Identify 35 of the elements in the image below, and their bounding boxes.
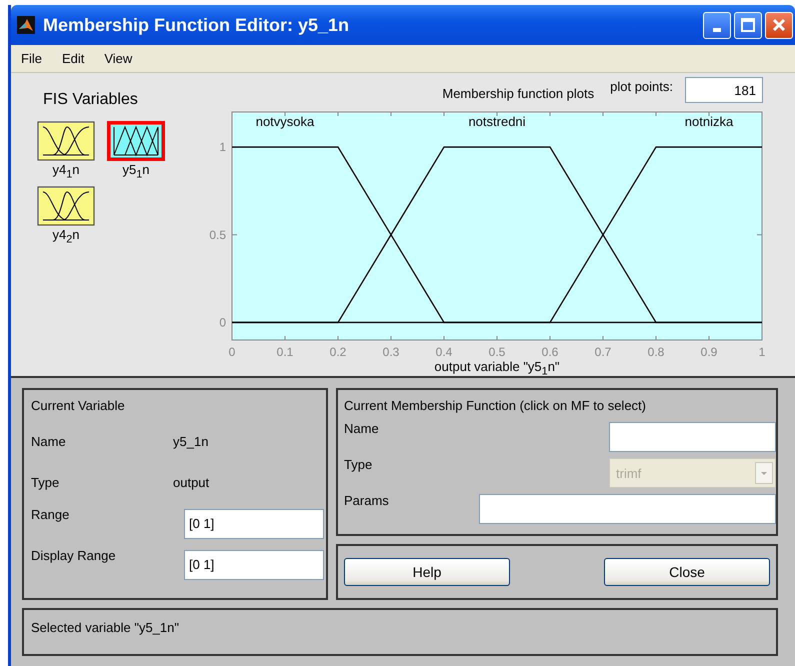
tick-label: 0.8 [648, 345, 664, 359]
tick-label: 0.6 [542, 345, 558, 359]
window-title: Membership Function Editor: y5_1n [43, 14, 350, 36]
tick-label: 0.2 [330, 345, 346, 359]
field-label: Name [344, 421, 379, 436]
panel-title: Current Variable [31, 398, 126, 413]
field-value: y5_1n [173, 434, 208, 449]
field-label: Display Range [31, 548, 117, 563]
tick-label: 0.5 [488, 345, 506, 359]
panel-title: Current Membership Function (click on MF to select) [344, 398, 647, 413]
tick-label: 1 [219, 140, 226, 154]
variable-label: y4$_{1}$n [52, 161, 80, 183]
tick-label: 0.4 [436, 345, 452, 359]
tick-label: 0 [219, 315, 226, 330]
field-value: output [173, 475, 210, 490]
field-label: Params [344, 493, 389, 508]
mf-label: notnizka [684, 114, 734, 130]
mf-label: notstredni [468, 114, 526, 130]
variable-label: y4$_{2}$n [52, 226, 80, 248]
tick-label: 1 [758, 345, 766, 359]
plot-points-label: plot points: [610, 78, 673, 94]
axis-label: output variable "y5$_{1}$n" [433, 360, 561, 379]
tick-label: 0.7 [594, 345, 612, 359]
tick-label: 0.9 [700, 345, 718, 359]
field-label: Range [31, 507, 70, 522]
status-text: Selected variable "y5_1n" [31, 620, 179, 635]
tick-label: 0.5 [209, 228, 226, 242]
variable-label: y5$_{1}$n [122, 161, 150, 183]
section-title: FIS Variables [43, 91, 139, 109]
tick-label: 0.1 [276, 345, 294, 359]
mf-label: notvysoka [256, 114, 314, 130]
field-label: Type [344, 457, 372, 472]
plot-title: Membership function plots [442, 86, 594, 100]
tick-label: 0.3 [382, 345, 400, 359]
tick-label: 0 [228, 345, 236, 359]
